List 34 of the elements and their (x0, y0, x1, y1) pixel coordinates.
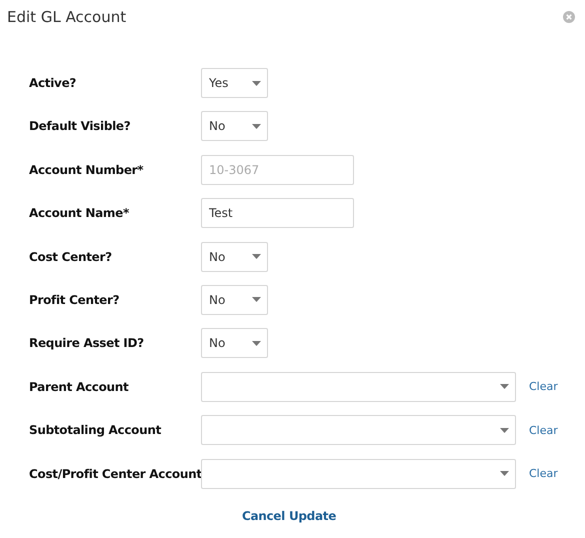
select-field[interactable]: No (201, 111, 268, 142)
cancel-link[interactable]: Cancel (242, 508, 285, 523)
dropdown-caret-icon (252, 124, 261, 129)
select-field[interactable]: No (201, 242, 268, 272)
select-field[interactable] (201, 372, 516, 402)
dropdown-caret-icon (252, 297, 261, 302)
field-label: Parent Account (29, 380, 130, 394)
field-label: Account Name* (29, 206, 130, 220)
select-field[interactable]: Yes (201, 68, 268, 98)
select-field[interactable]: No (201, 284, 268, 315)
dropdown-caret-icon (252, 80, 261, 86)
field-label: Cost Center? (29, 250, 113, 264)
select-field[interactable] (201, 415, 516, 446)
field-label: Require Asset ID? (29, 336, 145, 350)
field-label: Account Number* (29, 162, 144, 177)
field-label: Active? (29, 76, 78, 90)
dropdown-caret-icon (500, 428, 509, 433)
select-field[interactable]: No (201, 328, 268, 358)
field-label: Cost/Profit Center Account (29, 466, 201, 481)
field-label: Subtotaling Account (29, 423, 162, 438)
dropdown-caret-icon (500, 471, 509, 476)
close-icon[interactable] (563, 11, 575, 23)
field-label: Profit Center? (29, 292, 120, 307)
clear-link[interactable]: Clear (529, 380, 558, 394)
dropdown-caret-icon (252, 254, 261, 260)
text-field[interactable]: Test (201, 198, 354, 228)
field-label: Default Visible? (29, 119, 132, 134)
dialog-title: Edit GL Account (7, 8, 126, 26)
clear-link[interactable]: Clear (529, 424, 558, 437)
dropdown-caret-icon (500, 384, 509, 390)
update-link[interactable]: Update (288, 508, 336, 523)
dropdown-caret-icon (252, 340, 261, 346)
select-field[interactable] (201, 458, 516, 489)
clear-link[interactable]: Clear (529, 467, 558, 480)
